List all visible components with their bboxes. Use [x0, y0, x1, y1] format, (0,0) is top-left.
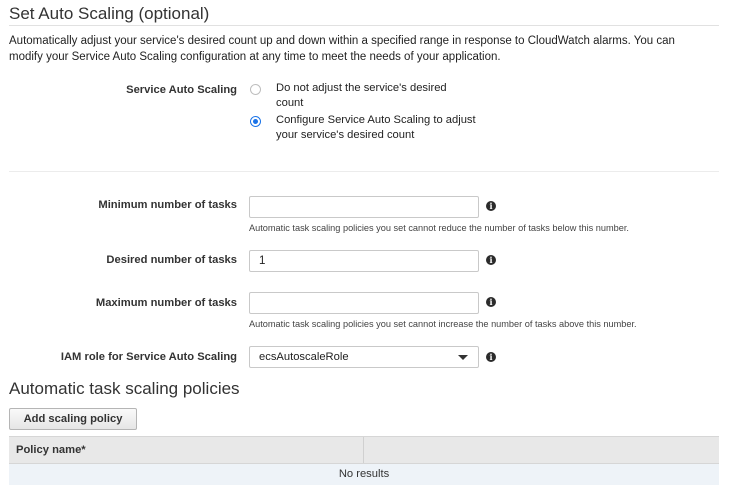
desired-tasks-label: Desired number of tasks [106, 254, 237, 266]
min-tasks-label: Minimum number of tasks [98, 199, 237, 211]
desired-tasks-input[interactable]: 1 [249, 250, 479, 272]
min-tasks-help: Automatic task scaling policies you set … [249, 223, 629, 233]
service-auto-scaling-label: Service Auto Scaling [126, 84, 237, 96]
divider [9, 25, 719, 26]
min-tasks-input[interactable] [249, 196, 479, 218]
column-header-policy-name[interactable]: Policy name* [9, 437, 364, 463]
table-header: Policy name* [9, 436, 719, 464]
iam-role-select[interactable]: ecsAutoscaleRole [249, 346, 479, 368]
info-icon[interactable]: i [486, 352, 496, 362]
section-title: Set Auto Scaling (optional) [9, 4, 210, 23]
policies-title: Automatic task scaling policies [9, 379, 240, 398]
radio-button-no-adjust[interactable] [250, 84, 261, 95]
divider [9, 171, 719, 172]
max-tasks-help: Automatic task scaling policies you set … [249, 319, 637, 329]
iam-role-label: IAM role for Service Auto Scaling [60, 351, 237, 363]
radio-button-configure[interactable] [250, 116, 261, 127]
chevron-down-icon [458, 355, 468, 360]
radio-option-no-adjust[interactable]: Do not adjust the service's desired coun… [250, 82, 480, 114]
max-tasks-label: Maximum number of tasks [95, 297, 237, 309]
iam-role-value: ecsAutoscaleRole [259, 351, 349, 363]
info-icon[interactable]: i [486, 255, 496, 265]
add-scaling-policy-button[interactable]: Add scaling policy [9, 408, 137, 430]
info-icon[interactable]: i [486, 201, 496, 211]
radio-option-configure[interactable]: Configure Service Auto Scaling to adjust… [250, 114, 480, 146]
section-description: Automatically adjust your service's desi… [9, 35, 675, 63]
empty-state: No results [9, 464, 719, 485]
radio-label-no-adjust: Do not adjust the service's desired coun… [276, 82, 447, 109]
max-tasks-input[interactable] [249, 292, 479, 314]
radio-label-configure: Configure Service Auto Scaling to adjust… [276, 114, 476, 141]
info-icon[interactable]: i [486, 297, 496, 307]
